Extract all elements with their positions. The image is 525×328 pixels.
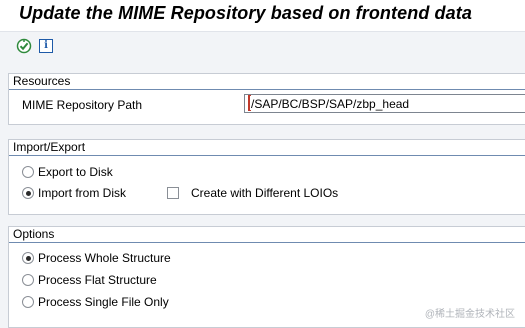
process-single-file-option[interactable]: Process Single File Only	[22, 293, 169, 311]
different-loios-checkbox[interactable]	[167, 187, 179, 199]
page-title: Update the MIME Repository based on fron…	[19, 3, 472, 24]
execute-icon	[16, 38, 32, 54]
process-whole-structure-option[interactable]: Process Whole Structure	[22, 249, 171, 267]
different-loios-option[interactable]: Create with Different LOIOs	[167, 184, 338, 202]
import-from-disk-option[interactable]: Import from Disk	[22, 184, 126, 202]
process-flat-structure-option[interactable]: Process Flat Structure	[22, 271, 157, 289]
flat-structure-radio[interactable]	[22, 274, 34, 286]
import-label: Import from Disk	[38, 186, 126, 200]
info-button[interactable]: i	[38, 38, 54, 54]
import-export-group: Import/Export Export to Disk Import from…	[8, 139, 525, 215]
export-label: Export to Disk	[38, 165, 113, 179]
resources-group: Resources MIME Repository Path /SAP/BC/B…	[8, 73, 525, 125]
mime-path-label: MIME Repository Path	[22, 98, 142, 112]
import-export-header: Import/Export	[9, 140, 525, 156]
toolbar: i	[0, 32, 525, 62]
watermark: @稀土掘金技术社区	[425, 305, 515, 320]
resources-header: Resources	[9, 74, 525, 90]
single-file-label: Process Single File Only	[38, 295, 169, 309]
whole-structure-radio[interactable]	[22, 252, 34, 264]
different-loios-label: Create with Different LOIOs	[191, 186, 338, 200]
export-to-disk-option[interactable]: Export to Disk	[22, 163, 113, 181]
cursor-marker	[248, 95, 251, 111]
single-file-radio[interactable]	[22, 296, 34, 308]
export-radio[interactable]	[22, 166, 34, 178]
title-bar: Update the MIME Repository based on fron…	[0, 0, 525, 32]
options-header: Options	[9, 227, 525, 243]
flat-structure-label: Process Flat Structure	[38, 273, 157, 287]
execute-button[interactable]	[16, 38, 32, 54]
info-icon: i	[39, 39, 53, 53]
mime-path-input[interactable]: /SAP/BC/BSP/SAP/zbp_head	[244, 94, 525, 113]
import-radio[interactable]	[22, 187, 34, 199]
whole-structure-label: Process Whole Structure	[38, 251, 171, 265]
